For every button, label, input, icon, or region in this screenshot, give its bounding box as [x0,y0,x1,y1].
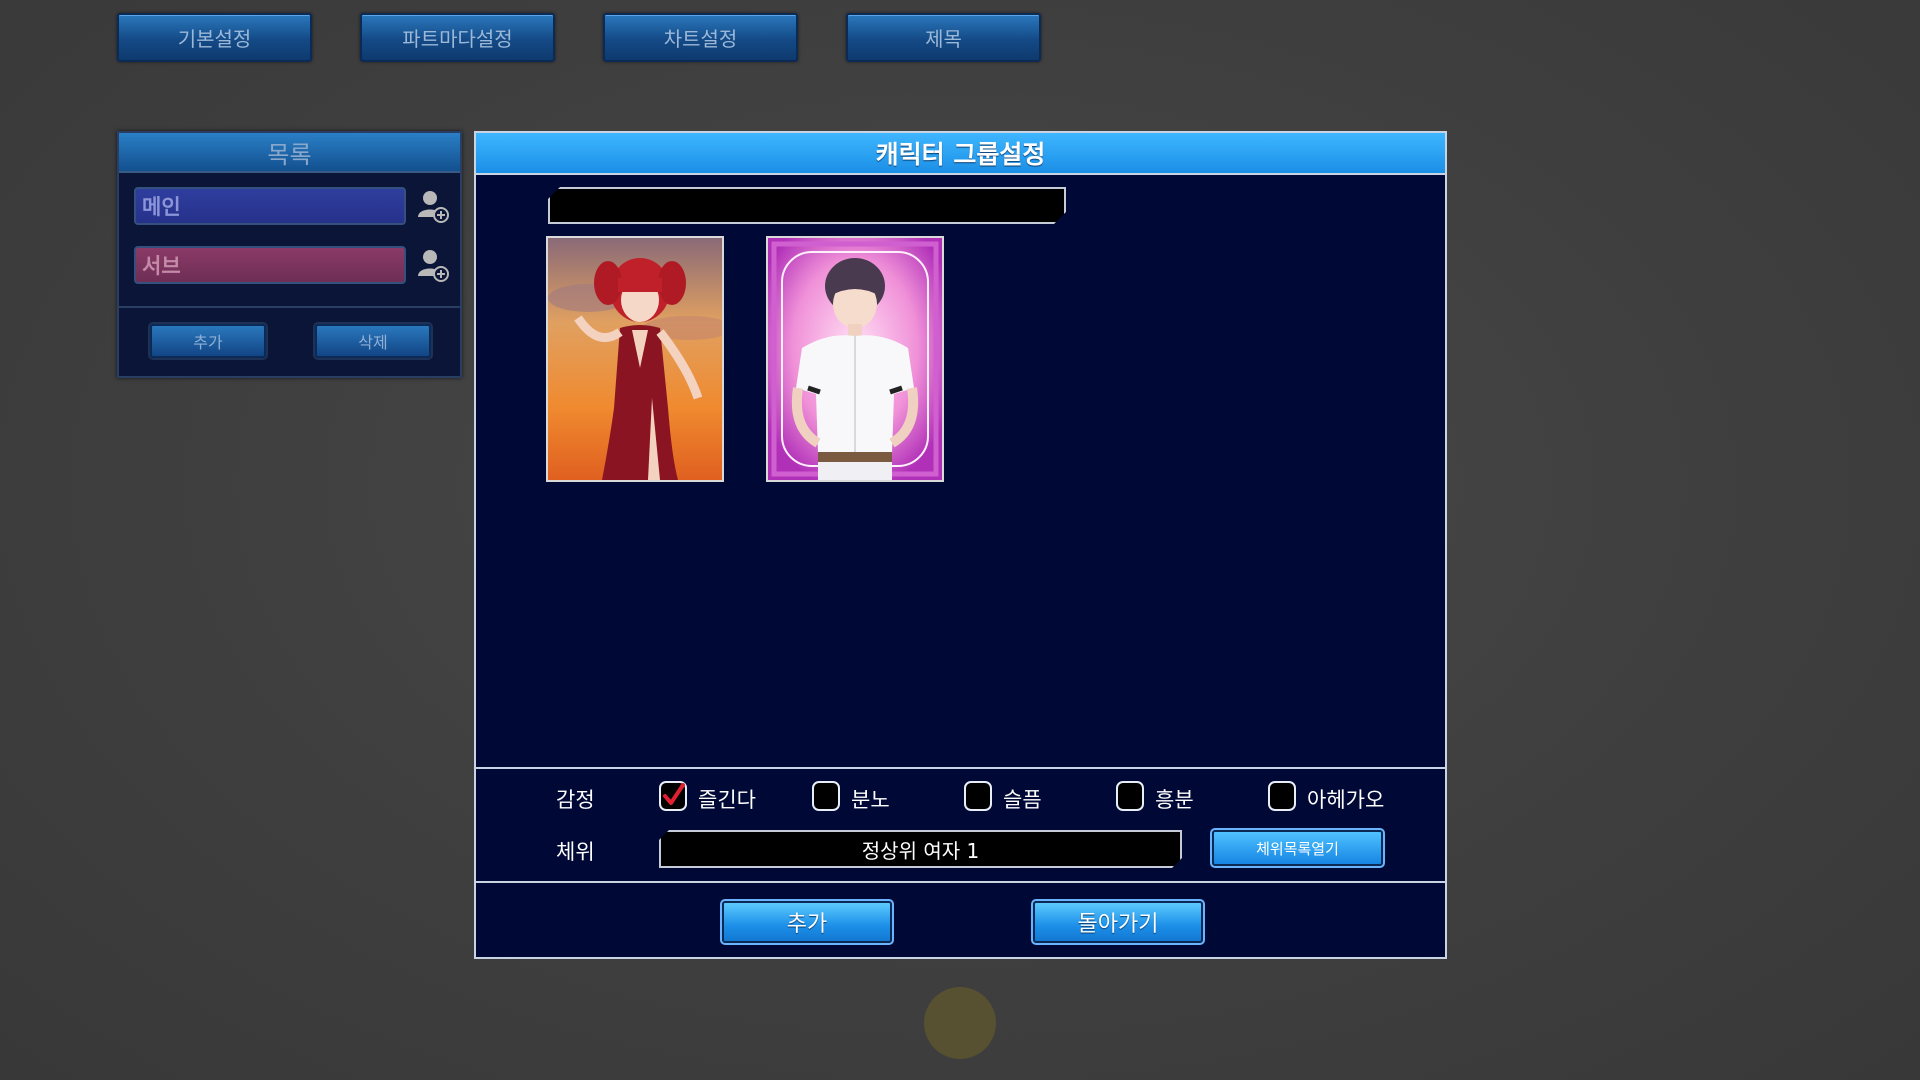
emotion-option-label: 흥분 [1155,788,1194,812]
checkmark-icon [663,783,685,805]
emotion-option-label: 슬픔 [1003,788,1042,812]
character-portrait [768,238,942,480]
add-button[interactable]: 추가 [720,899,894,945]
checkbox-ahegao[interactable] [1268,781,1296,811]
cursor-indicator [924,987,996,1059]
checkbox-sadness[interactable] [964,781,992,811]
pose-label: 체위 [556,840,595,864]
character-group-dialog: 캐릭터 그룹설정 감정 즐긴다 분노 슬픔 흥분 아헤가오 체위 정상위 여자 … [474,131,1447,959]
list-delete-button[interactable]: 삭제 [315,324,431,358]
character-card-baseball[interactable] [766,236,944,482]
add-person-icon[interactable] [416,246,450,284]
tab-part-settings[interactable]: 파트마다설정 [360,13,555,62]
list-panel: 목록 메인 서브 추가 삭제 [117,131,462,378]
list-item-main[interactable]: 메인 [134,187,406,225]
open-pose-list-button[interactable]: 체위목록열기 [1210,828,1385,868]
divider [476,767,1445,769]
checkbox-enjoy[interactable] [659,781,687,811]
checkbox-excitement[interactable] [1116,781,1144,811]
emotion-option-label: 아헤가오 [1307,788,1385,812]
add-person-icon[interactable] [416,187,450,225]
group-name-input[interactable] [548,187,1066,224]
checkbox-anger[interactable] [812,781,840,811]
divider [476,881,1445,883]
emotion-label: 감정 [556,788,595,812]
divider [119,306,460,308]
back-button[interactable]: 돌아가기 [1031,899,1205,945]
list-item-sub[interactable]: 서브 [134,246,406,284]
tab-basic-settings[interactable]: 기본설정 [117,13,312,62]
character-card-red-dress[interactable] [546,236,724,482]
emotion-option-label: 즐긴다 [698,788,756,812]
tab-chart-settings[interactable]: 차트설정 [603,13,798,62]
list-panel-title: 목록 [119,133,460,173]
list-add-button[interactable]: 추가 [150,324,266,358]
dialog-title: 캐릭터 그룹설정 [476,133,1445,175]
pose-field[interactable]: 정상위 여자 1 [659,830,1182,868]
emotion-option-label: 분노 [851,788,890,812]
character-portrait [548,238,722,480]
tab-title[interactable]: 제목 [846,13,1041,62]
